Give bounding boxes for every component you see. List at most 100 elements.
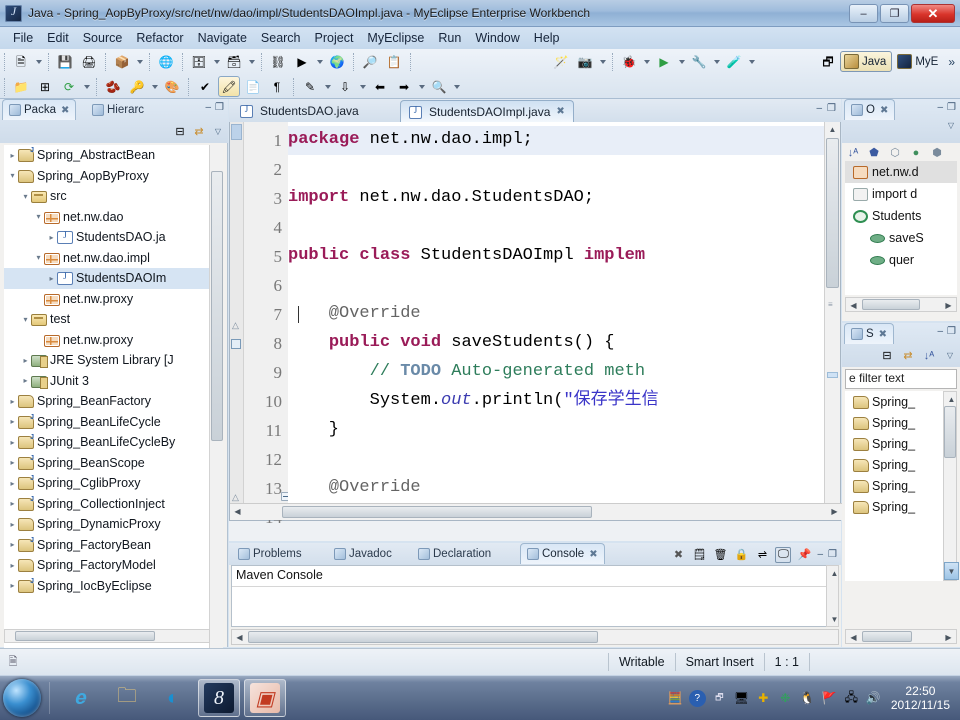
menu-item-file[interactable]: File <box>6 29 40 47</box>
console-hscroll-left-arrow[interactable]: ◀ <box>232 630 247 644</box>
show-source-button[interactable]: 📄 <box>242 76 264 97</box>
menu-item-edit[interactable]: Edit <box>40 29 76 47</box>
run-server-button[interactable]: ▶ <box>291 51 313 72</box>
word-wrap-icon[interactable]: ⇌ <box>754 547 770 563</box>
tree-item[interactable]: JRE System Library [J <box>4 350 210 371</box>
debug-button[interactable]: 🐞 <box>618 51 640 72</box>
outline-hscrollbar[interactable]: ◀ ▶ <box>845 297 957 312</box>
chevron-right-icon[interactable] <box>7 458 18 467</box>
outline-item[interactable]: net.nw.d <box>845 161 957 183</box>
servers-tree[interactable]: Spring_ Spring_ Spring_ Spring_ Spring_ Sprin… <box>845 391 957 581</box>
tree-item[interactable]: Spring_CollectionInject <box>4 494 210 515</box>
editor-tab-studentsdao-java[interactable]: StudentsDAO.java <box>232 100 367 122</box>
volume-icon[interactable]: 🔊 <box>865 690 882 707</box>
console-hscroll-thumb[interactable] <box>248 631 598 643</box>
maximize-console-icon[interactable]: ❐ <box>828 549 837 560</box>
external-tools-dropdown[interactable] <box>711 51 722 72</box>
antivirus-icon[interactable]: ❉ <box>777 690 794 707</box>
tree-item[interactable]: net.nw.dao <box>4 207 210 228</box>
annotation-ruler[interactable]: △ △ <box>230 122 244 519</box>
taskbar-item-windows-explorer[interactable]: 🗀 <box>106 679 148 717</box>
new-console-icon[interactable]: 🗒 <box>691 547 707 563</box>
tree-item[interactable]: test <box>4 309 210 330</box>
save-button[interactable]: 💾 <box>54 51 76 72</box>
console-tab-declaration[interactable]: Declaration <box>412 543 497 564</box>
menu-item-help[interactable]: Help <box>527 29 567 47</box>
wizard-button[interactable]: 🪄 <box>550 51 572 72</box>
taskbar-item-internet-explorer[interactable]: 𝒆 <box>60 679 102 717</box>
deploy-dropdown[interactable] <box>134 51 145 72</box>
tree-item[interactable]: Spring_BeanLifeCycleBy <box>4 432 210 453</box>
chevron-right-icon[interactable] <box>7 151 18 160</box>
tree-item[interactable]: StudentsDAOIm <box>4 268 210 289</box>
hibernate-dropdown[interactable] <box>246 51 257 72</box>
editor-vscrollbar[interactable]: ▲ ≡ ▼ <box>824 122 840 519</box>
tree-item[interactable]: net.nw.proxy <box>4 330 210 351</box>
open-task-button[interactable]: 📋 <box>383 51 405 72</box>
hibernate-button[interactable]: 🗃 <box>223 51 245 72</box>
console-output[interactable]: Maven Console <box>231 565 839 627</box>
hscrollbar-thumb[interactable] <box>15 631 155 641</box>
spring-bean-button[interactable]: 🫘 <box>102 76 124 97</box>
palette-button[interactable]: 🎨 <box>161 76 183 97</box>
snapshot-dropdown[interactable] <box>597 51 608 72</box>
chevron-right-icon[interactable] <box>7 499 18 508</box>
perspective-java-button[interactable]: Java <box>840 51 893 72</box>
menu-item-run[interactable]: Run <box>431 29 468 47</box>
console-vscrollbar[interactable]: ▲ ▼ <box>826 565 839 627</box>
show-console-icon[interactable]: 🖵 <box>775 546 792 563</box>
servers-vscroll-thumb[interactable] <box>944 406 956 458</box>
tree-item[interactable]: Spring_BeanScope <box>4 453 210 474</box>
back-button[interactable]: ⬅ <box>369 76 391 97</box>
filter-input[interactable]: e filter text <box>845 369 957 389</box>
terminate-icon[interactable]: ✖ <box>670 547 686 563</box>
globe-button[interactable]: 🌍 <box>326 51 348 72</box>
open-perspective-button[interactable]: 🗗 <box>817 51 839 72</box>
tree-item[interactable]: StudentsDAO.ja <box>4 227 210 248</box>
tree-item[interactable]: Spring_BeanFactory <box>4 391 210 412</box>
hide-nonpublic-icon[interactable]: ● <box>908 145 924 161</box>
lock-scroll-icon[interactable]: 🔒 <box>733 547 749 563</box>
console-hscrollbar[interactable]: ◀ <box>231 629 839 645</box>
link-with-editor-icon[interactable]: ⇄ <box>191 124 207 140</box>
maximize-button[interactable]: ❐ <box>880 3 909 23</box>
update-icon[interactable]: ✚ <box>755 690 772 707</box>
calculator-icon[interactable]: 🧮 <box>667 690 684 707</box>
maximize-view-icon[interactable]: ❐ <box>947 102 956 113</box>
package-explorer-tab-packa[interactable]: Packa ✖ <box>2 99 77 120</box>
show-hidden-icon[interactable]: 🗗 <box>711 690 728 707</box>
chevron-right-icon[interactable] <box>7 520 18 529</box>
view-menu-icon[interactable]: ▽ <box>948 121 954 130</box>
close-tab-icon[interactable]: ✖ <box>880 105 888 116</box>
minimize-button[interactable]: – <box>849 3 878 23</box>
run-server-dropdown[interactable] <box>314 51 325 72</box>
new-java-project-button[interactable]: 📁 <box>10 76 32 97</box>
chevron-right-icon[interactable] <box>20 376 31 385</box>
vscrollbar-thumb[interactable] <box>211 171 223 441</box>
close-tab-icon[interactable]: ✖ <box>589 549 597 560</box>
chevron-down-icon[interactable] <box>20 192 31 201</box>
chevron-down-icon[interactable] <box>33 212 44 221</box>
link-icon[interactable]: ⇄ <box>900 348 916 364</box>
package-explorer-tab-hierarc[interactable]: Hierarc <box>86 99 150 120</box>
chevron-down-icon[interactable] <box>7 171 18 180</box>
refresh-dropdown[interactable] <box>81 76 92 97</box>
forward-button[interactable]: ➡ <box>393 76 415 97</box>
servers-vscrollbar[interactable]: ▲ ▼ <box>943 391 959 581</box>
help-icon[interactable]: ? <box>688 689 706 707</box>
view-menu-icon[interactable]: ▽ <box>942 348 958 364</box>
key-button[interactable]: 🔑 <box>126 76 148 97</box>
perspective-mye-button[interactable]: MyE <box>894 51 943 72</box>
forward-dropdown[interactable] <box>416 76 427 97</box>
minimize-view-icon[interactable]: – <box>937 102 943 113</box>
taskbar-item-powerpoint[interactable]: ▣ <box>244 679 286 717</box>
external-tools-button[interactable]: 🔧 <box>688 51 710 72</box>
tree-item[interactable]: Spring_FactoryBean <box>4 535 210 556</box>
db-explorer-dropdown[interactable] <box>211 51 222 72</box>
tree-item[interactable]: net.nw.dao.impl <box>4 248 210 269</box>
browser-button[interactable]: 🌐 <box>155 51 177 72</box>
servers-tab-s[interactable]: S ✖ <box>844 323 895 344</box>
chevron-right-icon[interactable] <box>7 479 18 488</box>
servers-vscroll-up-arrow[interactable]: ▲ <box>944 392 959 406</box>
package-explorer-hscrollbar[interactable] <box>4 629 210 643</box>
